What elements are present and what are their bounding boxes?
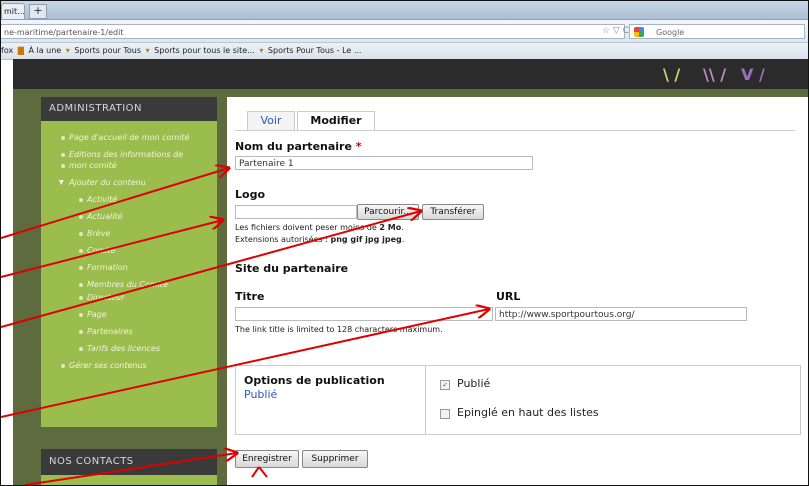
- sidebar-item-add-content[interactable]: Ajouter du contenu: [41, 174, 217, 191]
- link-title-help: The link title is limited to 128 charact…: [235, 325, 443, 334]
- search-box[interactable]: Google: [629, 24, 805, 39]
- bookmark-item[interactable]: Sports pour Tous: [74, 46, 141, 55]
- sidebar-item-edit-info-cont[interactable]: mon comité: [41, 157, 217, 174]
- browse-button[interactable]: Parcourir...: [357, 204, 419, 220]
- new-tab-button[interactable]: +: [29, 4, 47, 19]
- bookmark-item[interactable]: Sports pour tous le site...: [154, 46, 255, 55]
- main-content: Voir Modifier Nom du partenaire * Parten…: [227, 97, 808, 485]
- feed-icon: ▾: [65, 46, 70, 55]
- sidebar-item-partenaires[interactable]: Partenaires: [41, 323, 217, 340]
- browser-tab[interactable]: mit...: [1, 3, 25, 19]
- published-checkbox[interactable]: ✓: [440, 380, 450, 390]
- feed-icon: ▾: [145, 46, 150, 55]
- link-title-input[interactable]: [235, 307, 493, 321]
- logo-file-input[interactable]: [235, 205, 357, 219]
- logo-ext-list: png gif jpg jpeg: [330, 235, 402, 244]
- sidebar-item-activite[interactable]: Activité: [41, 191, 217, 208]
- sidebar-menu: Page d'accueil de mon comité Editions de…: [41, 121, 217, 374]
- feed-icon: ▾: [259, 46, 264, 55]
- sidebar-item-page[interactable]: Page: [41, 306, 217, 323]
- sidebar-item-directeur[interactable]: Directeur: [41, 289, 217, 306]
- screenshot-frame: mit... + ne-maritime/partenaire-1/edit ☆…: [0, 0, 809, 486]
- publishing-summary[interactable]: Options de publication Publié: [236, 366, 426, 434]
- published-label: Publié: [457, 377, 491, 390]
- site-header: \ / \\ / V /: [13, 59, 808, 89]
- decoration: V /: [741, 65, 765, 84]
- sidebar-item-tarifs[interactable]: Tarifs des licences: [41, 340, 217, 357]
- contacts-title: NOS CONTACTS: [41, 449, 217, 475]
- address-toolbar: ne-maritime/partenaire-1/edit ☆ ▽ C Goog…: [1, 20, 808, 43]
- sidebar-item-formation[interactable]: Formation: [41, 259, 217, 276]
- publishing-options: Options de publication Publié ✓ Publié E…: [235, 365, 801, 435]
- upload-button[interactable]: Transférer: [422, 204, 484, 220]
- logo-size-limit: 2 Mo: [379, 223, 402, 232]
- logo-ext-help: Extensions autorisées : png gif jpg jpeg…: [235, 235, 405, 244]
- url-input[interactable]: http://www.sportpourtous.org/: [495, 307, 747, 321]
- required-mark: *: [355, 140, 362, 153]
- publishing-status-link[interactable]: Publié: [244, 388, 277, 401]
- partner-site-label: Site du partenaire: [235, 262, 349, 275]
- delete-button[interactable]: Supprimer: [302, 450, 368, 468]
- publishing-options-title: Options de publication: [244, 374, 385, 387]
- logo-size-help: Les fichiers doivent peser moins de 2 Mo…: [235, 223, 404, 232]
- bookmarks-bar: fox ▇ À la une ▾ Sports pour Tous ▾ Spor…: [1, 43, 808, 60]
- partner-name-input[interactable]: Partenaire 1: [235, 156, 533, 170]
- tab-edit[interactable]: Modifier: [297, 111, 375, 130]
- link-title-label: Titre: [235, 290, 265, 303]
- sidebar-item-comite[interactable]: Comité: [41, 242, 217, 259]
- sticky-label: Epinglé en haut des listes: [457, 406, 599, 419]
- contacts-block: NOS CONTACTS: [41, 449, 217, 485]
- sidebar-item-actualite[interactable]: Actualité: [41, 208, 217, 225]
- folder-icon: ▇: [17, 46, 24, 55]
- bookmark-item[interactable]: Sports Pour Tous - Le ...: [268, 46, 362, 55]
- save-button[interactable]: Enregistrer: [235, 450, 299, 468]
- sidebar-title: ADMINISTRATION: [41, 97, 217, 121]
- bookmark-item[interactable]: À la une: [28, 46, 61, 55]
- url-label: URL: [496, 290, 521, 303]
- sidebar-item-homepage[interactable]: Page d'accueil de mon comité: [41, 129, 217, 146]
- google-icon: [634, 27, 644, 37]
- address-bar-controls[interactable]: ☆ ▽ C: [602, 26, 629, 36]
- decoration: \ /: [663, 65, 681, 84]
- logo-label: Logo: [235, 188, 265, 201]
- bookmark-item[interactable]: fox: [1, 46, 13, 55]
- address-bar[interactable]: ne-maritime/partenaire-1/edit: [1, 24, 625, 39]
- tabs-underline: [235, 130, 795, 131]
- tab-view[interactable]: Voir: [247, 111, 295, 130]
- browser-tab-bar: mit... +: [1, 1, 808, 20]
- sidebar-item-breve[interactable]: Brève: [41, 225, 217, 242]
- decoration: \\ /: [703, 65, 727, 84]
- sticky-checkbox[interactable]: [440, 409, 450, 419]
- partner-name-label: Nom du partenaire *: [235, 140, 362, 153]
- sidebar-item-manage-content[interactable]: Gérer ses contenus: [41, 357, 217, 374]
- admin-sidebar: ADMINISTRATION Page d'accueil de mon com…: [41, 97, 217, 427]
